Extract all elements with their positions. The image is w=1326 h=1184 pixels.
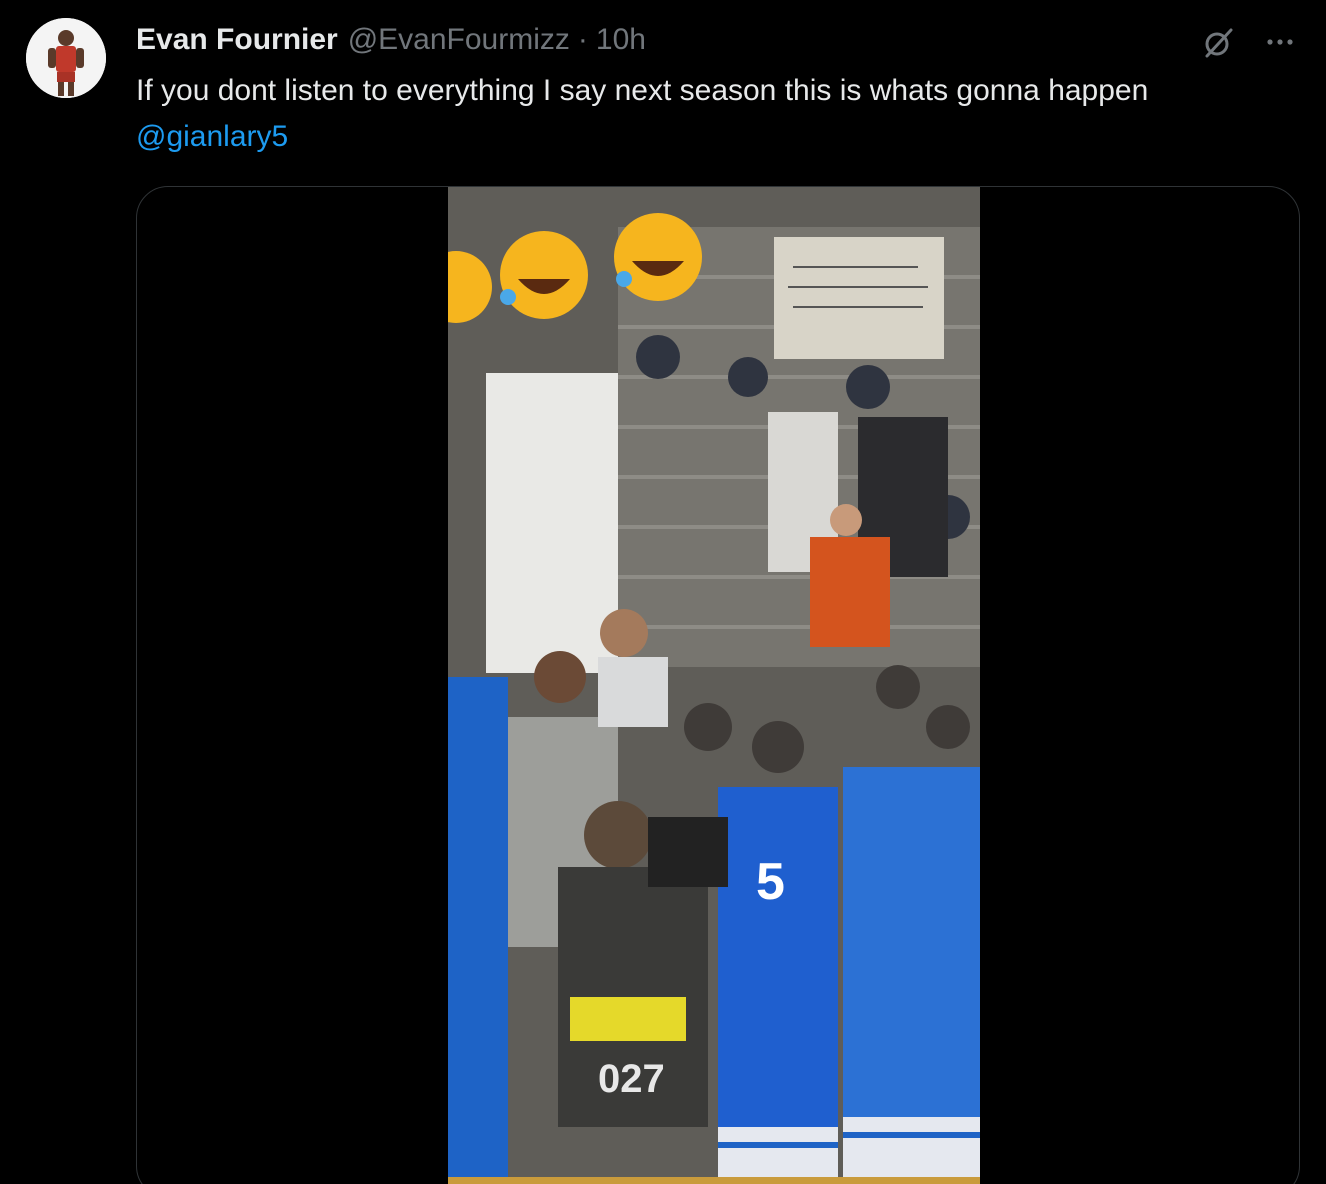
video-player[interactable]: 5 027 [448, 187, 980, 1184]
author-name[interactable]: Evan Fournier [136, 23, 338, 57]
tweet[interactable]: Evan Fournier @EvanFourmizz · 10h If you… [0, 0, 1326, 1184]
tweet-body: If you dont listen to everything I say n… [136, 74, 1149, 107]
avatar[interactable] [26, 18, 106, 98]
svg-text:027: 027 [598, 1057, 665, 1101]
separator-dot: · [577, 23, 588, 56]
mention-link[interactable]: @gianlary5 [136, 120, 288, 153]
video-frame: 5 027 [448, 187, 980, 1184]
tweet-text: If you dont listen to everything I say n… [136, 68, 1236, 160]
author-handle[interactable]: @EvanFourmizz [348, 23, 570, 57]
more-icon[interactable] [1262, 26, 1298, 62]
media-container: 5 027 [136, 186, 1300, 1184]
svg-text:5: 5 [756, 853, 785, 911]
grok-icon[interactable] [1200, 25, 1236, 61]
tweet-header: Evan Fournier @EvanFourmizz · 10h [136, 20, 646, 60]
tweet-time[interactable]: 10h [596, 23, 646, 57]
